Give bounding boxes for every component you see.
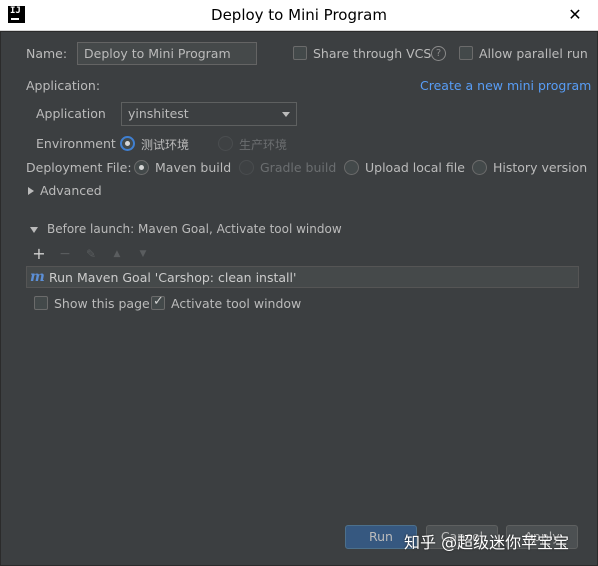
watermark: 知乎 @超级迷你苹宝宝 xyxy=(404,533,570,552)
environment-option-test-label: 测试环境 xyxy=(141,138,190,152)
environment-radio-prod xyxy=(218,136,233,151)
deployment-option-maven-label: Maven build xyxy=(155,160,232,175)
title-bar: IJ Deploy to Mini Program ✕ xyxy=(0,0,598,31)
add-icon[interactable]: + xyxy=(32,246,46,262)
deployment-option-upload-label: Upload local file xyxy=(365,160,465,175)
show-page-label: Show this page xyxy=(54,296,150,311)
advanced-toggle[interactable]: Advanced xyxy=(40,183,102,198)
chevron-down-icon xyxy=(282,112,290,117)
application-label: Application xyxy=(36,106,106,121)
allow-parallel-checkbox[interactable] xyxy=(459,46,473,60)
application-section-header: Application: xyxy=(26,78,101,93)
deploy-dialog: Name: Deploy to Mini Program Share throu… xyxy=(0,31,598,566)
edit-icon: ✎ xyxy=(85,247,97,261)
deployment-radio-history[interactable] xyxy=(472,160,487,175)
deployment-radio-upload[interactable] xyxy=(344,160,359,175)
help-icon[interactable]: ? xyxy=(431,46,446,61)
environment-radio-test[interactable] xyxy=(120,136,135,151)
close-icon[interactable]: ✕ xyxy=(552,0,598,30)
deployment-option-gradle-label: Gradle build xyxy=(260,160,337,175)
remove-icon: − xyxy=(59,246,71,262)
maven-icon: m xyxy=(30,269,45,285)
deployment-file-label: Deployment File: xyxy=(26,160,132,175)
environment-option-prod-label: 生产环境 xyxy=(239,138,288,152)
deployment-option-history-label: History version xyxy=(493,160,588,175)
task-label: Run Maven Goal 'Carshop: clean install' xyxy=(49,270,297,285)
window-title: Deploy to Mini Program xyxy=(211,6,387,24)
application-dropdown[interactable]: yinshitest xyxy=(121,102,297,126)
before-launch-header: Before launch: Maven Goal, Activate tool… xyxy=(47,222,342,236)
create-mini-program-link[interactable]: Create a new mini program xyxy=(420,78,591,93)
share-vcs-label: Share through VCS xyxy=(313,46,432,61)
show-page-checkbox[interactable] xyxy=(34,296,48,310)
deployment-radio-gradle xyxy=(239,160,254,175)
move-down-icon: ▼ xyxy=(139,249,147,259)
name-field[interactable]: Deploy to Mini Program xyxy=(77,42,257,65)
activate-tool-window-checkbox[interactable] xyxy=(151,294,165,310)
advanced-expand-icon[interactable] xyxy=(28,187,34,195)
name-label: Name: xyxy=(26,46,68,61)
application-selected-value: yinshitest xyxy=(128,106,189,121)
allow-parallel-label: Allow parallel run xyxy=(479,46,588,61)
before-launch-collapse-icon[interactable] xyxy=(30,227,38,233)
share-vcs-checkbox[interactable] xyxy=(293,46,307,60)
before-launch-task-list: m Run Maven Goal 'Carshop: clean install… xyxy=(26,266,579,288)
move-up-icon: ▲ xyxy=(113,249,121,259)
activate-tool-window-label: Activate tool window xyxy=(171,296,302,311)
environment-label: Environment xyxy=(36,136,116,151)
deployment-radio-maven[interactable] xyxy=(134,160,149,175)
